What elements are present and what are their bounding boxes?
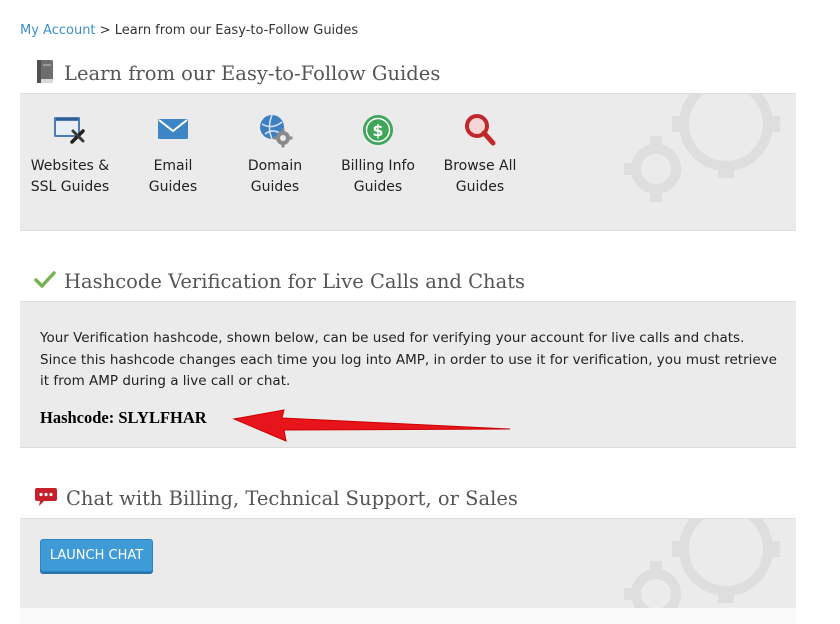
launch-chat-button[interactable]: LAUNCH CHAT	[40, 539, 153, 572]
guides-panel: Learn from our Easy-to-Follow Guides Web…	[20, 54, 796, 231]
hashcode-value: SLYLFHAR	[118, 408, 207, 427]
website-tools-icon	[52, 112, 88, 148]
magnifier-icon	[462, 112, 498, 148]
book-icon	[34, 59, 56, 89]
guides-panel-body: Websites & SSL Guides Email Guides Domai…	[20, 94, 796, 231]
hashcode-panel-body: Your Verification hashcode, shown below,…	[20, 302, 796, 448]
guides-list: Websites & SSL Guides Email Guides Domai…	[20, 94, 540, 230]
breadcrumb-my-account-link[interactable]: My Account	[20, 23, 96, 38]
checkmark-icon	[34, 270, 56, 294]
guide-billing[interactable]: $ Billing Info Guides	[328, 112, 428, 198]
chat-panel: Chat with Billing, Technical Support, or…	[20, 479, 796, 624]
svg-text:$: $	[372, 121, 383, 140]
hashcode-description: Your Verification hashcode, shown below,…	[40, 330, 777, 389]
guides-panel-title: Learn from our Easy-to-Follow Guides	[64, 62, 441, 85]
guide-label: Websites & SSL Guides	[30, 158, 110, 195]
hashcode-panel-title: Hashcode Verification for Live Calls and…	[64, 270, 526, 293]
red-arrow-annotation-icon	[232, 409, 511, 442]
guides-panel-header: Learn from our Easy-to-Follow Guides	[20, 54, 796, 94]
guide-label: Billing Info Guides	[341, 158, 415, 195]
guide-label: Domain Guides	[247, 158, 303, 195]
next-panel-edge	[20, 608, 796, 624]
guide-domain[interactable]: Domain Guides	[225, 112, 325, 198]
chat-panel-title: Chat with Billing, Technical Support, or…	[66, 487, 518, 510]
breadcrumb-separator: >	[99, 23, 111, 38]
breadcrumb: My Account > Learn from our Easy-to-Foll…	[20, 23, 358, 39]
globe-gear-icon	[257, 112, 293, 148]
chat-bubble-icon	[34, 486, 58, 512]
hashcode-panel-header: Hashcode Verification for Live Calls and…	[20, 262, 796, 302]
guide-browse-all[interactable]: Browse All Guides	[430, 112, 530, 198]
hashcode-line: Hashcode: SLYLFHAR	[40, 408, 207, 428]
hashcode-panel: Hashcode Verification for Live Calls and…	[20, 262, 796, 448]
guide-label: Email Guides	[148, 158, 198, 195]
chat-panel-header: Chat with Billing, Technical Support, or…	[20, 479, 796, 519]
hashcode-label: Hashcode:	[40, 408, 115, 427]
guide-websites-ssl[interactable]: Websites & SSL Guides	[20, 112, 120, 198]
guide-label: Browse All Guides	[443, 158, 517, 195]
breadcrumb-current: Learn from our Easy-to-Follow Guides	[114, 23, 359, 38]
dollar-circle-icon: $	[360, 112, 396, 148]
envelope-icon	[155, 112, 191, 148]
guide-email[interactable]: Email Guides	[123, 112, 223, 198]
gears-watermark-icon	[624, 94, 780, 202]
